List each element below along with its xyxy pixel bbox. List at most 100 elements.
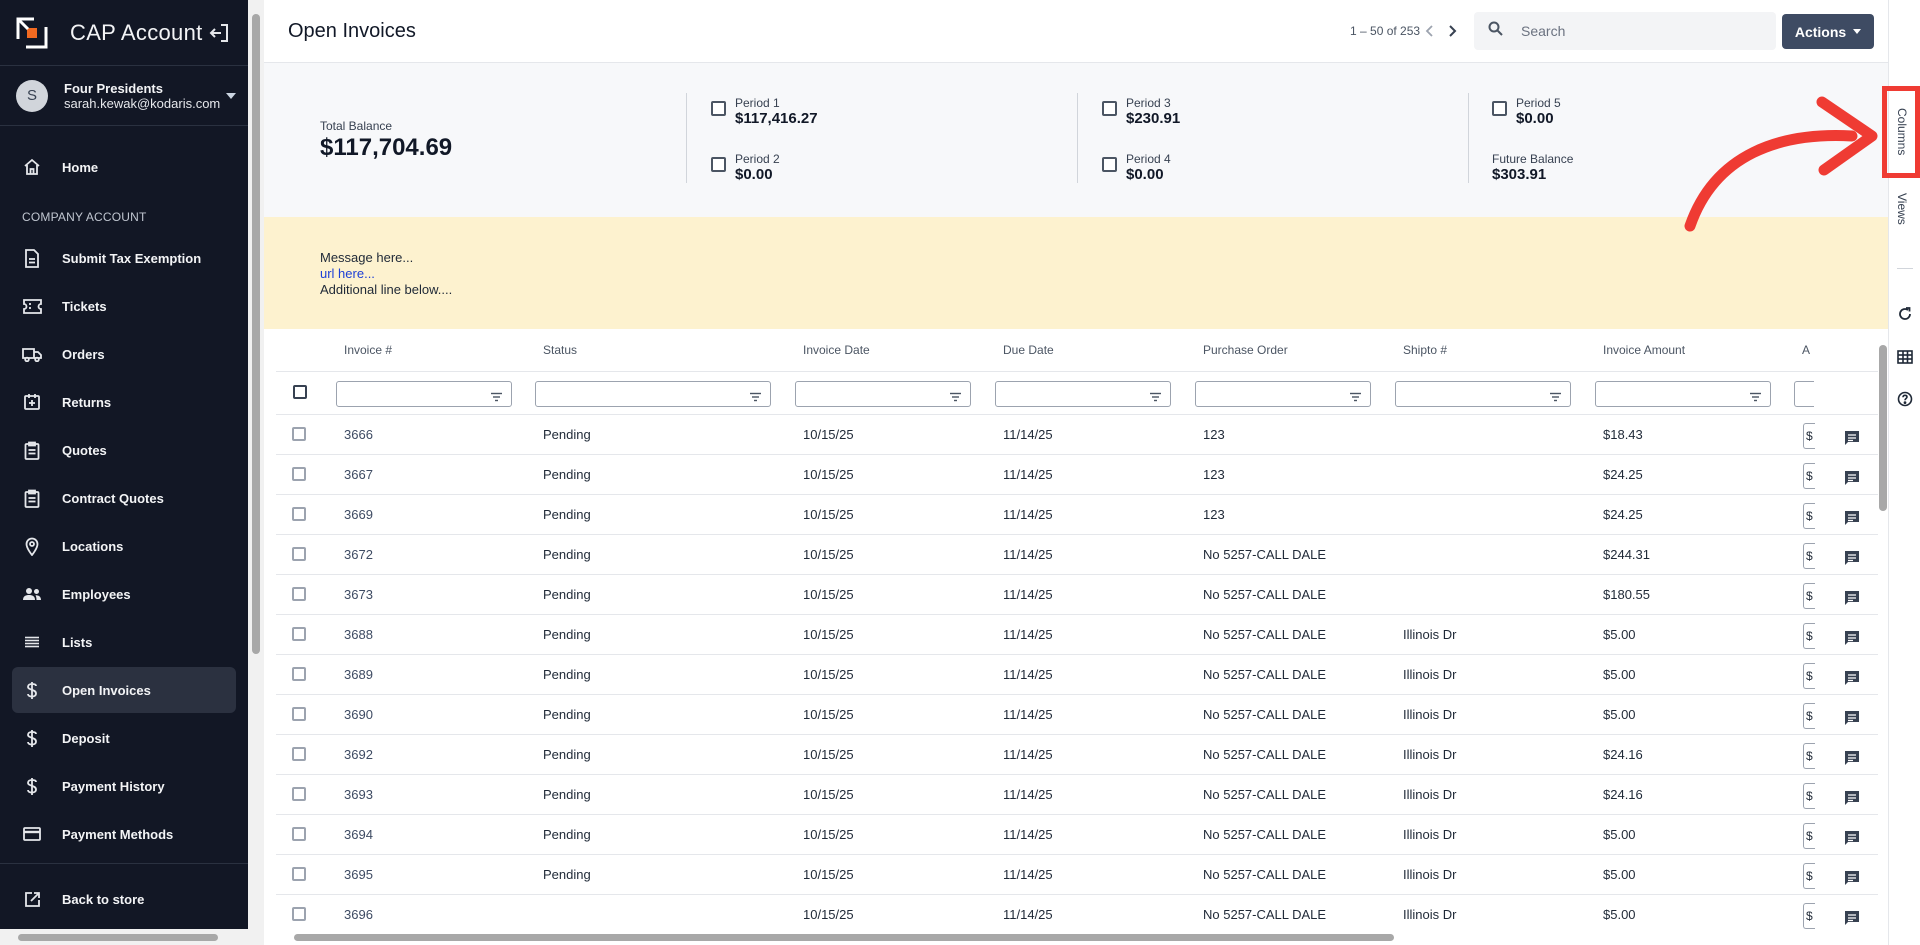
table-row[interactable]: 3694 Pending 10/15/25 11/14/25 No 5257-CALL … [276,814,1878,854]
cell-invoice[interactable]: 3694 [344,827,373,842]
row-checkbox[interactable] [292,467,306,481]
row-checkbox[interactable] [292,907,306,921]
row-checkbox[interactable] [292,507,306,521]
cell-invoice[interactable]: 3688 [344,627,373,642]
cell-truncated[interactable]: $ [1803,623,1815,649]
filter-input-truncated[interactable] [1794,381,1814,407]
column-header-invoice-date[interactable]: Invoice Date [803,343,870,357]
comment-icon[interactable] [1843,669,1861,687]
column-header-invoice-amount[interactable]: Invoice Amount [1603,343,1685,357]
cell-truncated[interactable]: $ [1803,863,1815,889]
sidebar-item-contract-quotes[interactable]: Contract Quotes [12,475,236,521]
sidebar-item-submit-tax-exemption[interactable]: Submit Tax Exemption [12,235,236,281]
cell-invoice[interactable]: 3669 [344,507,373,522]
column-header-shipto[interactable]: Shipto # [1403,343,1447,357]
period-3-checkbox[interactable] [1102,101,1117,116]
cell-invoice[interactable]: 3667 [344,467,373,482]
comment-icon[interactable] [1843,589,1861,607]
row-checkbox[interactable] [292,707,306,721]
row-checkbox[interactable] [292,787,306,801]
previous-page-icon[interactable] [1422,22,1438,40]
comment-icon[interactable] [1843,829,1861,847]
sidebar-vertical-scrollbar[interactable] [248,0,264,945]
caret-down-icon[interactable] [226,92,236,99]
grid-horizontal-scrollbar[interactable] [264,929,1888,945]
cell-invoice[interactable]: 3672 [344,547,373,562]
help-icon[interactable] [1897,391,1913,407]
sidebar-horizontal-scrollbar[interactable] [0,929,248,945]
sidebar-item-payment-history[interactable]: Payment History [12,763,236,809]
actions-button[interactable]: Actions [1782,14,1874,49]
cell-invoice[interactable]: 3696 [344,907,373,922]
scrollbar-thumb[interactable] [252,14,260,654]
cell-invoice[interactable]: 3689 [344,667,373,682]
table-row[interactable]: 3669 Pending 10/15/25 11/14/25 123 $24.25 $ [276,494,1878,534]
message-link[interactable]: url here... [320,266,375,281]
scrollbar-thumb[interactable] [18,934,218,941]
column-header-status[interactable]: Status [543,343,577,357]
filter-icon[interactable] [749,389,762,402]
filter-input-invoice[interactable] [336,381,512,407]
sidebar-item-returns[interactable]: Returns [12,379,236,425]
search-input[interactable] [1521,23,1761,39]
column-header-truncated[interactable]: A [1802,343,1810,357]
cell-truncated[interactable]: $ [1803,583,1815,609]
table-row[interactable]: 3692 Pending 10/15/25 11/14/25 No 5257-CALL … [276,734,1878,774]
table-row[interactable]: 3673 Pending 10/15/25 11/14/25 No 5257-CALL … [276,574,1878,614]
comment-icon[interactable] [1843,909,1861,927]
filter-icon[interactable] [1749,389,1762,402]
sidebar-item-back-to-store[interactable]: Back to store [12,876,236,922]
filter-icon[interactable] [949,389,962,402]
comment-icon[interactable] [1843,629,1861,647]
comment-icon[interactable] [1843,709,1861,727]
period-4-checkbox[interactable] [1102,157,1117,172]
cell-invoice[interactable]: 3673 [344,587,373,602]
row-checkbox[interactable] [292,547,306,561]
comment-icon[interactable] [1843,509,1861,527]
table-icon[interactable] [1897,349,1913,365]
cell-truncated[interactable]: $ [1803,463,1815,489]
row-checkbox[interactable] [292,427,306,441]
logout-icon[interactable] [208,22,230,44]
cell-invoice[interactable]: 3692 [344,747,373,762]
cell-invoice[interactable]: 3693 [344,787,373,802]
table-row[interactable]: 3667 Pending 10/15/25 11/14/25 123 $24.25 $ [276,454,1878,494]
cell-truncated[interactable]: $ [1803,423,1815,449]
sidebar-item-home[interactable]: Home [12,144,236,190]
filter-input-invoice-date[interactable] [795,381,971,407]
sidebar-item-payment-methods[interactable]: Payment Methods [12,811,236,857]
user-switcher[interactable]: S Four Presidents sarah.kewak@kodaris.co… [0,66,248,126]
cell-invoice[interactable]: 3666 [344,427,373,442]
sidebar-item-quotes[interactable]: Quotes [12,427,236,473]
cell-truncated[interactable]: $ [1803,743,1815,769]
filter-icon[interactable] [1349,389,1362,402]
next-page-icon[interactable] [1444,22,1460,40]
sidebar-item-tickets[interactable]: Tickets [12,283,236,329]
table-row[interactable]: 3672 Pending 10/15/25 11/14/25 No 5257-CALL … [276,534,1878,574]
sidebar-item-open-invoices[interactable]: Open Invoices [12,667,236,713]
column-header-invoice[interactable]: Invoice # [344,343,392,357]
table-row[interactable]: 3695 Pending 10/15/25 11/14/25 No 5257-CALL … [276,854,1878,894]
row-checkbox[interactable] [292,827,306,841]
column-header-due-date[interactable]: Due Date [1003,343,1054,357]
brand-logo-icon[interactable] [16,16,48,49]
row-checkbox[interactable] [292,627,306,641]
table-row[interactable]: 3689 Pending 10/15/25 11/14/25 No 5257-CALL … [276,654,1878,694]
comment-icon[interactable] [1843,789,1861,807]
filter-input-shipto[interactable] [1395,381,1571,407]
period-5-checkbox[interactable] [1492,101,1507,116]
cell-truncated[interactable]: $ [1803,503,1815,529]
comment-icon[interactable] [1843,749,1861,767]
refresh-icon[interactable] [1897,306,1913,322]
filter-input-due-date[interactable] [995,381,1171,407]
row-checkbox[interactable] [292,867,306,881]
filter-input-purchase-order[interactable] [1195,381,1371,407]
row-checkbox[interactable] [292,667,306,681]
cell-invoice[interactable]: 3695 [344,867,373,882]
sidebar-item-locations[interactable]: Locations [12,523,236,569]
column-header-purchase-order[interactable]: Purchase Order [1203,343,1288,357]
table-row[interactable]: 3696 10/15/25 11/14/25 No 5257-CALL DALE Ill… [276,894,1878,929]
table-row[interactable]: 3693 Pending 10/15/25 11/14/25 No 5257-CALL … [276,774,1878,814]
row-checkbox[interactable] [292,747,306,761]
comment-icon[interactable] [1843,869,1861,887]
